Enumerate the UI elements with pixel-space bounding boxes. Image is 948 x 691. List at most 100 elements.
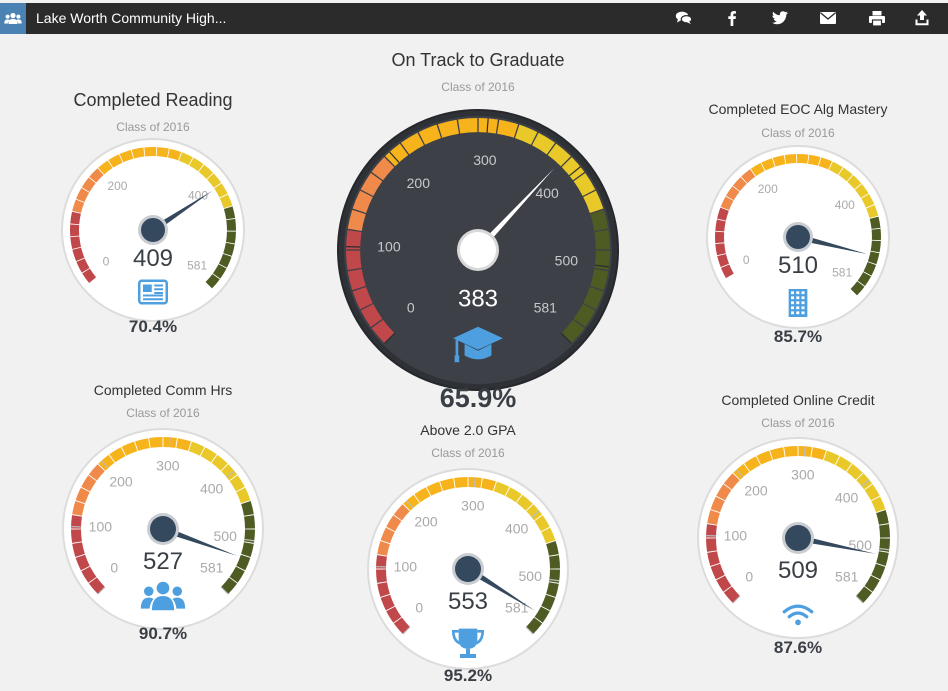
- gauge-band-segment: [866, 204, 879, 219]
- gauge-tick-label: 300: [791, 466, 815, 482]
- gauge-band-segment: [380, 594, 395, 611]
- gauge-hub: [455, 556, 481, 582]
- upload-icon: [915, 10, 929, 26]
- gauge-band-segment: [496, 119, 519, 138]
- gauge-band-segment: [225, 231, 236, 244]
- gauge-band-segment: [198, 164, 214, 180]
- gauge-band-segment: [741, 169, 756, 184]
- gauge-tick-label: 500: [555, 252, 579, 268]
- gauge-band-segment: [847, 175, 862, 190]
- gauge-band-segment: [454, 477, 468, 488]
- gauge-band-segment: [70, 211, 81, 225]
- gauge-band-segment: [352, 190, 373, 214]
- gauge-band-segment: [583, 190, 604, 214]
- gauge-dial: 200 400 0 581 510: [706, 145, 890, 329]
- gauge-band-segment: [241, 542, 254, 557]
- gauge-band-segment: [876, 551, 889, 566]
- gauge-title: On Track to Graduate: [391, 50, 565, 70]
- gauge-subtitle: Class of 2016: [761, 126, 835, 140]
- gauge-percent: 70.4%: [128, 317, 178, 336]
- gauge-tick: [168, 437, 171, 448]
- gauge-tick-label: 400: [835, 489, 859, 505]
- share-button[interactable]: [911, 8, 933, 28]
- gauge-band-segment: [856, 586, 873, 603]
- gauge-band-segment: [360, 303, 383, 328]
- gauge-band-segment: [493, 481, 510, 496]
- gauge-tick-label: 200: [744, 482, 768, 498]
- gauge-band-segment: [744, 456, 761, 472]
- print-button[interactable]: [866, 8, 888, 28]
- gauge-band-segment: [72, 247, 85, 262]
- gauge-band-segment: [98, 160, 113, 175]
- gauge-band-segment: [723, 473, 740, 490]
- gauge-title: Completed Reading: [73, 90, 233, 110]
- users-icon[interactable]: [0, 3, 26, 34]
- gauge-band-segment: [857, 272, 872, 287]
- gauge-band-segment: [720, 196, 734, 211]
- twitter-button[interactable]: [769, 8, 791, 28]
- facebook-button[interactable]: [721, 8, 743, 28]
- gauge-max-label: 581: [832, 266, 852, 280]
- gauge-percent: 90.7%: [138, 624, 188, 643]
- gauge-title: Completed Comm Hrs: [93, 382, 233, 398]
- gauge-band-segment: [534, 606, 550, 623]
- gauge-band-segment: [864, 484, 880, 501]
- gauge-band-segment: [547, 143, 571, 167]
- gauge-band-segment: [241, 501, 254, 516]
- gauge-band-segment: [71, 529, 82, 543]
- gauge-band-segment: [818, 157, 833, 170]
- gauge-band-segment: [393, 504, 410, 521]
- gauge-dial: 1002003004005000 581509: [697, 437, 899, 639]
- gauge-band-segment: [707, 551, 720, 566]
- gauge-band-segment: [715, 243, 726, 256]
- gauge-band-segment: [211, 454, 228, 471]
- gauge-hub: [785, 525, 811, 551]
- gauge-band-segment: [710, 563, 725, 580]
- gauge-band-segment: [750, 162, 765, 177]
- gauge-band-segment: [377, 541, 390, 556]
- gauge-band-segment: [70, 236, 82, 249]
- gauge-band-segment: [723, 586, 740, 603]
- gauge-band-segment: [178, 152, 193, 166]
- twitter-icon: [772, 11, 788, 25]
- gauge-value-label: 527: [143, 548, 183, 575]
- gauge-band-segment: [89, 168, 104, 183]
- gauge-band-segment: [590, 268, 609, 291]
- gauge-tick: [803, 446, 806, 457]
- gauge-band-segment: [346, 250, 362, 270]
- envelope-icon: [820, 12, 836, 24]
- gauge-band-segment: [72, 542, 85, 557]
- gauge-band-segment: [108, 154, 123, 168]
- gauge-band-segment: [869, 216, 881, 229]
- comments-button[interactable]: [673, 8, 695, 28]
- gauge-band-segment: [347, 209, 366, 232]
- email-button[interactable]: [817, 8, 839, 28]
- gauge-band-segment: [176, 438, 191, 451]
- gauge-band-segment: [81, 177, 96, 193]
- gauge-tick-label: 100: [724, 527, 748, 543]
- gauge-band-segment: [717, 253, 730, 268]
- gauge-percent: 85.7%: [773, 327, 823, 346]
- gauge-band-segment: [81, 475, 97, 492]
- gauge-dial: 100 200 300 400 500 0 581 383: [337, 109, 619, 391]
- gauge-band-segment: [119, 150, 134, 163]
- gauge-band-segment: [838, 167, 853, 182]
- gauge-band-segment: [81, 566, 97, 583]
- gauge-band-segment: [440, 478, 455, 491]
- gauge-band-segment: [72, 501, 85, 516]
- gauge-max-label: 581: [200, 559, 224, 575]
- gauge-band-segment: [75, 554, 90, 571]
- gauge-band-segment: [879, 524, 890, 538]
- print-icon: [869, 10, 885, 26]
- gauge-tick-label: 300: [156, 457, 180, 473]
- gauge-band-segment: [223, 206, 236, 220]
- gauge-tick-label: 100: [394, 558, 418, 574]
- gauge-band-segment: [863, 261, 877, 276]
- gauge-band-segment: [218, 253, 232, 268]
- gauge-dial: 100 200 300 400 500 0 581 527: [62, 428, 264, 630]
- gauge-max-label: 581: [187, 259, 207, 273]
- gauge-band-segment: [414, 487, 431, 503]
- app-title: Lake Worth Community High...: [36, 10, 227, 26]
- gauge-title: Completed Online Credit: [721, 392, 875, 408]
- gauge-percent: 65.9%: [439, 383, 517, 413]
